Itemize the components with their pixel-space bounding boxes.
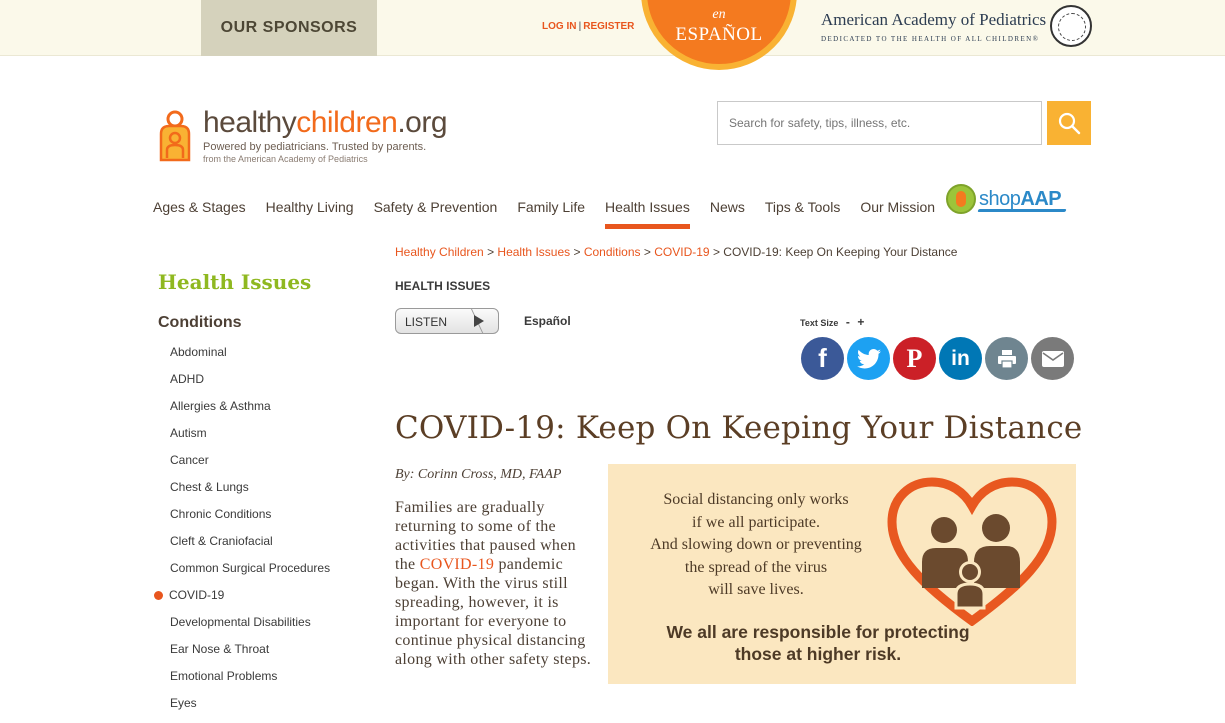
login-register: LOG IN | REGISTER — [542, 21, 635, 32]
sidebar-item-developmental-disabilities[interactable]: Developmental Disabilities — [170, 615, 330, 642]
sidebar-item-adhd[interactable]: ADHD — [170, 372, 330, 399]
nav-news[interactable]: News — [710, 199, 745, 215]
covid-19-link[interactable]: COVID-19 — [420, 556, 494, 573]
search-icon — [1058, 112, 1081, 135]
article-title: COVID-19: Keep On Keeping Your Distance — [395, 410, 1083, 446]
sidebar-item-covid-19[interactable]: COVID-19 — [154, 588, 329, 615]
sidebar-item-ear-nose-throat[interactable]: Ear Nose & Throat — [170, 642, 330, 669]
sidebar-title[interactable]: Health Issues — [158, 270, 311, 294]
breadcrumb-health-issues[interactable]: Health Issues — [497, 245, 570, 259]
sponsors-button[interactable]: OUR SPONSORS — [201, 0, 377, 56]
sidebar-list: Abdominal ADHD Allergies & Asthma Autism… — [154, 345, 330, 723]
promo-image: Social distancing only works if we all p… — [608, 464, 1076, 684]
shop-underline — [977, 209, 1067, 212]
sidebar-item-autism[interactable]: Autism — [170, 426, 330, 453]
heart-family-icon — [887, 477, 1057, 626]
espanol-label: ESPAÑOL — [675, 24, 763, 45]
nav-health-issues[interactable]: Health Issues — [605, 199, 690, 229]
twitter-icon — [856, 348, 881, 368]
sidebar-item-cancer[interactable]: Cancer — [170, 453, 330, 480]
article-byline: By: Corinn Cross, MD, FAAP — [395, 467, 562, 482]
promo-text-bottom: We all are responsible for protecting th… — [666, 622, 970, 664]
site-logo[interactable]: healthychildren.org — [203, 106, 448, 140]
nav-family-life[interactable]: Family Life — [517, 199, 585, 215]
breadcrumb-current: COVID-19: Keep On Keeping Your Distance — [723, 245, 958, 259]
top-bar: OUR SPONSORS LOG IN | REGISTER American Ac… — [0, 0, 1225, 56]
sidebar-item-common-surgical-procedures[interactable]: Common Surgical Procedures — [170, 561, 330, 588]
text-size-control: Text Size - + — [800, 315, 864, 329]
article-body: Families are gradually returning to some… — [395, 499, 592, 668]
email-icon — [1041, 350, 1064, 367]
twitter-share-button[interactable] — [847, 337, 890, 380]
nav-healthy-living[interactable]: Healthy Living — [266, 199, 354, 215]
listen-label: LISTEN — [405, 315, 448, 329]
aap-branding[interactable]: American Academy of Pediatrics DEDICATED… — [821, 10, 1046, 43]
sidebar-item-emotional-problems[interactable]: Emotional Problems — [170, 669, 330, 696]
espanol-en-label: en — [712, 7, 726, 22]
aap-name: American Academy of Pediatrics — [821, 10, 1047, 29]
nav-tips-tools[interactable]: Tips & Tools — [765, 199, 840, 215]
breadcrumb-conditions[interactable]: Conditions — [584, 245, 641, 259]
sidebar-item-chronic-conditions[interactable]: Chronic Conditions — [170, 507, 330, 534]
facebook-icon: f — [818, 343, 827, 373]
nav-our-mission[interactable]: Our Mission — [860, 199, 935, 215]
text-size-increase[interactable]: + — [857, 315, 864, 329]
shop-aap-label: shopAAP — [979, 187, 1062, 210]
pinterest-share-button[interactable]: P — [893, 337, 936, 380]
email-share-button[interactable] — [1031, 337, 1074, 380]
current-dot-icon — [154, 591, 163, 600]
shop-aap-icon — [946, 184, 976, 214]
sidebar-item-allergies-asthma[interactable]: Allergies & Asthma — [170, 399, 330, 426]
text-size-decrease[interactable]: - — [846, 315, 850, 329]
main-nav: Ages & Stages Healthy Living Safety & Pr… — [153, 199, 955, 229]
aap-tagline: DEDICATED TO THE HEALTH OF ALL CHILDREN® — [821, 35, 1040, 43]
breadcrumb: Healthy Children > Health Issues > Condi… — [395, 245, 958, 259]
linkedin-icon: in — [951, 346, 970, 370]
pinterest-icon: P — [906, 343, 923, 373]
play-icon — [474, 315, 484, 327]
breadcrumb-healthy-children[interactable]: Healthy Children — [395, 245, 484, 259]
espanol-link[interactable]: Español — [524, 314, 571, 328]
search-input[interactable] — [717, 101, 1042, 145]
print-button[interactable] — [985, 337, 1028, 380]
login-link[interactable]: LOG IN — [542, 21, 576, 32]
promo-text-top: Social distancing only works if we all p… — [650, 491, 862, 598]
sidebar-item-cleft-craniofacial[interactable]: Cleft & Craniofacial — [170, 534, 330, 561]
sidebar-item-abdominal[interactable]: Abdominal — [170, 345, 330, 372]
nav-safety-prevention[interactable]: Safety & Prevention — [374, 199, 498, 215]
nav-ages-stages[interactable]: Ages & Stages — [153, 199, 246, 215]
aap-seal-icon — [1050, 5, 1092, 47]
breadcrumb-covid-19[interactable]: COVID-19 — [654, 245, 709, 259]
sidebar-subtitle[interactable]: Conditions — [158, 314, 242, 332]
text-size-label: Text Size — [800, 318, 839, 328]
sidebar-item-chest-lungs[interactable]: Chest & Lungs — [170, 480, 330, 507]
register-link[interactable]: REGISTER — [583, 21, 634, 32]
search-button[interactable] — [1047, 101, 1091, 145]
print-icon — [997, 349, 1016, 369]
linkedin-share-button[interactable]: in — [939, 337, 982, 380]
listen-button[interactable]: LISTEN — [395, 308, 499, 334]
facebook-share-button[interactable]: f — [801, 337, 844, 380]
section-label: HEALTH ISSUES — [395, 279, 491, 293]
family-logo-icon[interactable] — [155, 110, 195, 162]
logo-tagline-aap: from the American Academy of Pediatrics — [203, 154, 368, 164]
espanol-button[interactable]: en ESPAÑOL — [641, 0, 797, 70]
logo-tagline: Powered by pediatricians. Trusted by par… — [203, 141, 427, 153]
